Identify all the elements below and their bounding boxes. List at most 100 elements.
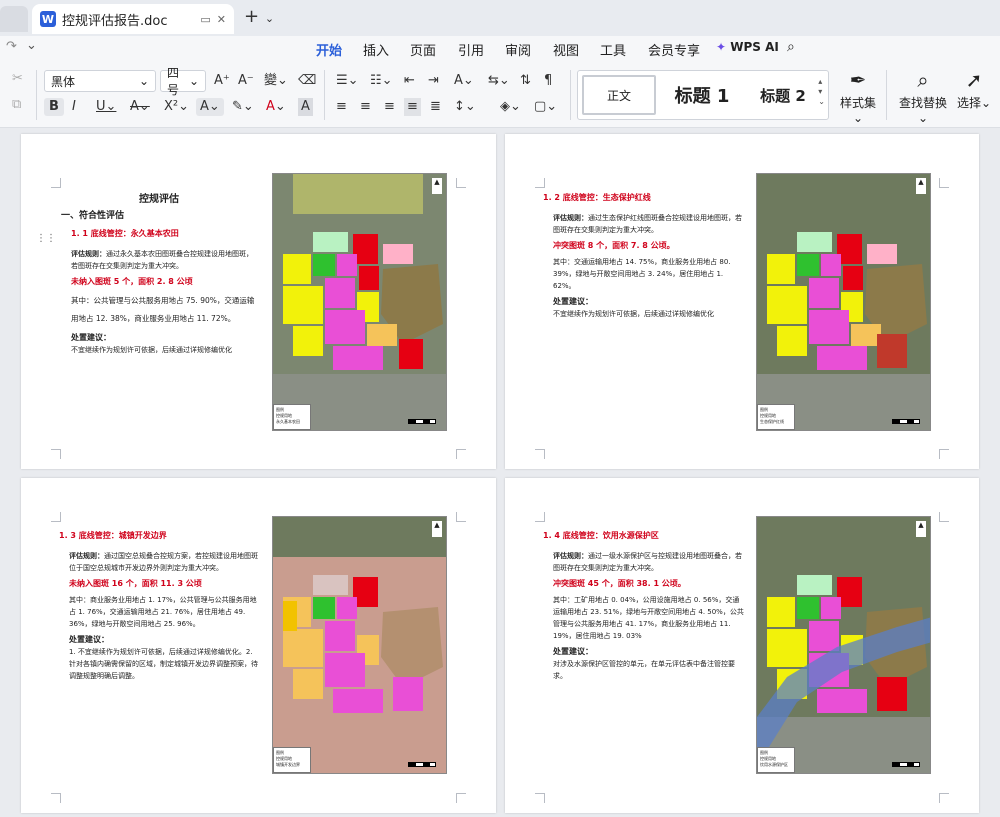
styles-button[interactable]: ✒ 样式集⌄ bbox=[836, 68, 880, 125]
legend-item: 饮用水源保护区 bbox=[760, 762, 788, 767]
north-arrow-icon: ▲ bbox=[432, 521, 442, 537]
menu-page[interactable]: 页面 bbox=[410, 40, 436, 59]
select-button[interactable]: ➚ 选择⌄ bbox=[954, 68, 994, 111]
monitor-icon[interactable]: ▭ bbox=[200, 13, 210, 26]
chinese-layout-icon[interactable]: A⌄ bbox=[454, 72, 474, 90]
menu-view[interactable]: 视图 bbox=[553, 40, 579, 59]
home-tab[interactable] bbox=[0, 6, 28, 32]
advice-label: 处置建议： bbox=[69, 635, 109, 644]
sort-icon[interactable]: ⇅ bbox=[520, 72, 531, 90]
detail-text: 其中：商业服务业用地占 1. 17%，公共管理与公共服务用地占 1. 76%，交… bbox=[69, 596, 257, 628]
style-heading-1[interactable]: 标题 1 bbox=[662, 75, 742, 115]
select-label: 选择 bbox=[956, 96, 981, 110]
conflict-summary: 冲突图斑 8 个，面积 7. 8 公顷。 bbox=[553, 241, 675, 250]
redo-icon[interactable]: ↷ bbox=[6, 39, 17, 54]
underline-icon[interactable]: U⌄ bbox=[96, 98, 116, 116]
line-spacing-icon[interactable]: ↕⌄ bbox=[454, 98, 476, 116]
grow-font-icon[interactable]: A⁺ bbox=[214, 72, 230, 90]
menu-member[interactable]: 会员专享 bbox=[648, 40, 700, 59]
map-legend: 图例 控规用地 饮用水源保护区 bbox=[757, 747, 795, 773]
align-right-icon[interactable]: ≡ bbox=[384, 98, 395, 116]
bold-icon[interactable]: B bbox=[44, 98, 64, 116]
find-replace-button[interactable]: ⌕ 查找替换⌄ bbox=[896, 68, 950, 125]
increase-indent-icon[interactable]: ⇥ bbox=[428, 72, 439, 90]
advice-label: 处置建议： bbox=[553, 647, 593, 656]
font-name-value: 黑体 bbox=[51, 74, 76, 89]
page-3[interactable]: 1. 3 底线管控：城镇开发边界 评估规则：通过国空总规叠合控规方案，若控规建设… bbox=[21, 478, 496, 813]
align-center-icon[interactable]: ≡ bbox=[360, 98, 371, 116]
page-1[interactable]: ⋮⋮ 控规评估 一、符合性评估 1. 1 底线管控：永久基本农田 评估规则：通过… bbox=[21, 134, 496, 469]
advice-text: 1. 不宜继续作为规划许可依据，后续通过详规修编优化。2. 针对各镇内确需保留的… bbox=[69, 648, 258, 680]
page-2-text: 1. 2 底线管控：生态保护红线 评估规则：通过生态保护红线图斑叠合控规建设用地… bbox=[543, 192, 743, 324]
chevron-down-icon[interactable]: ⌄ bbox=[26, 38, 37, 53]
ribbon-toolbar: ✂ ⧉ 黑体 ⌄ 四号 ⌄ A⁺ A⁻ 變⌄ ⌫ B I U⌄ A⌄ X²⌄ A⌄ … bbox=[0, 62, 1000, 128]
scale-bar bbox=[408, 762, 436, 767]
wps-ai-button[interactable]: ✦ WPS AI bbox=[716, 40, 779, 54]
italic-icon[interactable]: I bbox=[72, 98, 76, 116]
phonetic-icon[interactable]: 變⌄ bbox=[264, 72, 288, 90]
page-2-map: ▲ 图例 控规用地 生态保护红线 bbox=[756, 173, 931, 431]
font-size-select[interactable]: 四号 ⌄ bbox=[160, 66, 206, 97]
menu-insert[interactable]: 插入 bbox=[363, 40, 389, 59]
style-scroll-icon[interactable]: ▴ ▾ ⌄ bbox=[818, 77, 825, 107]
magnifier-icon: ⌕ bbox=[917, 68, 929, 92]
page-2[interactable]: 1. 2 底线管控：生态保护红线 评估规则：通过生态保护红线图斑叠合控规建设用地… bbox=[505, 134, 979, 469]
numbered-list-icon[interactable]: ☷⌄ bbox=[370, 72, 393, 90]
justify-icon[interactable]: ≡ bbox=[404, 98, 421, 116]
font-size-value: 四号 bbox=[167, 66, 180, 97]
text-direction-icon[interactable]: ⇆⌄ bbox=[488, 72, 510, 90]
subsection-heading: 1. 2 底线管控：生态保护红线 bbox=[543, 193, 651, 202]
style-heading-2[interactable]: 标题 2 bbox=[748, 75, 818, 115]
border-icon[interactable]: ▢⌄ bbox=[534, 98, 557, 116]
new-tab-button[interactable]: + ⌄ bbox=[244, 6, 274, 27]
detail-text: 其中：公共管理与公共服务用地占 75. 90%，交通运输用地占 12. 38%，… bbox=[71, 296, 255, 323]
chevron-down-icon[interactable]: ⌄ bbox=[265, 12, 274, 25]
menu-bar: ↷ ⌄ 开始 插入 页面 引用 审阅 视图 工具 会员专享 ✦ WPS AI ⌕ bbox=[0, 36, 1000, 64]
menu-tools[interactable]: 工具 bbox=[600, 40, 626, 59]
land-use-map bbox=[757, 174, 930, 430]
menu-review[interactable]: 审阅 bbox=[505, 40, 531, 59]
menu-home[interactable]: 开始 bbox=[316, 40, 342, 64]
strikethrough-icon[interactable]: A⌄ bbox=[130, 98, 150, 116]
char-shading-icon[interactable]: A bbox=[298, 98, 313, 116]
map-legend: 图例 控规用地 永久基本农田 bbox=[273, 404, 311, 430]
wps-ai-label: WPS AI bbox=[730, 40, 779, 54]
menu-references[interactable]: 引用 bbox=[458, 40, 484, 59]
styles-label: 样式集 bbox=[839, 96, 876, 110]
wps-writer-icon: W bbox=[40, 11, 56, 27]
chevron-down-icon: ⌄ bbox=[138, 74, 149, 88]
rule-label: 评估规则： bbox=[71, 250, 106, 258]
superscript-icon[interactable]: X²⌄ bbox=[164, 98, 189, 116]
highlight-icon[interactable]: ✎⌄ bbox=[232, 98, 254, 116]
copy-icon[interactable]: ⧉ bbox=[12, 96, 21, 114]
drag-handle-icon[interactable]: ⋮⋮ bbox=[36, 234, 56, 244]
decrease-indent-icon[interactable]: ⇤ bbox=[404, 72, 415, 90]
align-left-icon[interactable]: ≡ bbox=[336, 98, 347, 116]
close-icon[interactable]: ✕ bbox=[217, 13, 226, 26]
rule-label: 评估规则： bbox=[553, 552, 588, 560]
clear-format-icon[interactable]: ⌫ bbox=[298, 72, 316, 90]
rule-label: 评估规则： bbox=[553, 214, 588, 222]
document-tab[interactable]: W 控规评估报告.doc ▭ ✕ bbox=[32, 4, 234, 34]
document-workspace[interactable]: ⋮⋮ 控规评估 一、符合性评估 1. 1 底线管控：永久基本农田 评估规则：通过… bbox=[0, 128, 1000, 817]
font-color-icon[interactable]: A⌄ bbox=[266, 98, 286, 116]
show-marks-icon[interactable]: ¶ bbox=[544, 72, 552, 90]
cut-icon[interactable]: ✂ bbox=[12, 70, 23, 88]
land-use-map bbox=[273, 174, 446, 430]
chevron-down-icon: ⌄ bbox=[188, 74, 199, 88]
fill-icon[interactable]: ◈⌄ bbox=[500, 98, 521, 116]
page-4[interactable]: 1. 4 底线管控：饮用水源保护区 评估规则：通过一级水源保护区与控规建设用地图… bbox=[505, 478, 979, 813]
bullet-list-icon[interactable]: ☰⌄ bbox=[336, 72, 359, 90]
page-3-text: 1. 3 底线管控：城镇开发边界 评估规则：通过国空总规叠合控规方案，若控规建设… bbox=[59, 530, 261, 686]
style-normal[interactable]: 正文 bbox=[582, 75, 656, 115]
map-legend: 图例 控规用地 城镇开发边界 bbox=[273, 747, 311, 773]
text-effect-icon[interactable]: A⌄ bbox=[196, 98, 224, 116]
distribute-icon[interactable]: ≣ bbox=[430, 98, 441, 116]
conflict-summary: 未纳入图斑 16 个，面积 11. 3 公顷 bbox=[69, 579, 202, 588]
search-icon[interactable]: ⌕ bbox=[787, 39, 795, 55]
north-arrow-icon: ▲ bbox=[432, 178, 442, 194]
document-tab-title: 控规评估报告.doc bbox=[62, 13, 168, 29]
shrink-font-icon[interactable]: A⁻ bbox=[238, 72, 254, 90]
legend-item: 城镇开发边界 bbox=[276, 762, 300, 767]
font-name-select[interactable]: 黑体 ⌄ bbox=[44, 70, 156, 92]
